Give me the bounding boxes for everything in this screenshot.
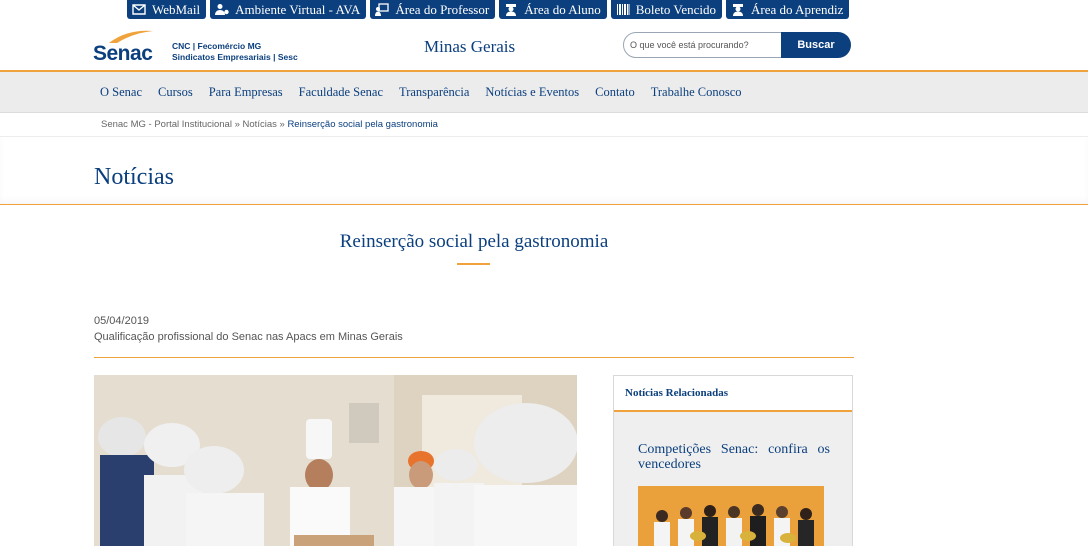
aprendiz-label: Área do Aprendiz [751, 1, 844, 17]
article-date: 05/04/2019 [94, 315, 150, 327]
nav-item-faculdade[interactable]: Faculdade Senac [299, 85, 383, 100]
breadcrumb-separator: » [234, 119, 240, 130]
senac-logo[interactable]: Senac [93, 27, 155, 65]
page-title: Notícias [94, 164, 174, 190]
related-news-panel: Notícias Relacionadas Competições Senac:… [613, 375, 853, 546]
student-icon [503, 3, 519, 17]
top-utility-bar: WebMail Ambiente Virtual - AVA Área do P… [127, 0, 850, 19]
aluno-link[interactable]: Área do Aluno [499, 0, 607, 19]
winners-group-photo [638, 486, 824, 546]
related-news-heading: Notícias Relacionadas [614, 376, 852, 412]
meta-divider [94, 357, 854, 358]
breadcrumb-section[interactable]: Notícias [243, 119, 277, 130]
related-news-link[interactable]: Competições Senac: confira os vencedores [638, 442, 830, 472]
ava-label: Ambiente Virtual - AVA [235, 1, 361, 17]
tagline-line-1: CNC | Fecomércio MG [172, 41, 262, 51]
boleto-link[interactable]: Boleto Vencido [610, 0, 723, 19]
article-subtitle: Qualificação profissional do Senac nas A… [94, 331, 403, 343]
nav-item-noticias-eventos[interactable]: Notícias e Eventos [485, 85, 579, 100]
nav-item-transparencia[interactable]: Transparência [399, 85, 469, 100]
main-nav: O Senac Cursos Para Empresas Faculdade S… [0, 72, 1088, 113]
kitchen-class-photo [94, 375, 577, 546]
envelope-icon [131, 3, 147, 17]
ava-link[interactable]: Ambiente Virtual - AVA [210, 0, 367, 19]
article-photo [94, 375, 577, 546]
apprentice-icon [730, 3, 746, 17]
section-header: Notícias [0, 138, 1088, 205]
breadcrumb-current: Reinserção social pela gastronomia [287, 119, 438, 130]
teacher-board-icon [374, 3, 390, 17]
barcode-icon [615, 3, 631, 17]
region-title: Minas Gerais [424, 37, 516, 56]
search-input[interactable] [623, 32, 791, 58]
tagline-line-2: Sindicatos Empresariais | Sesc [172, 52, 298, 62]
search-form: Buscar [623, 32, 851, 58]
nav-item-trabalhe-conosco[interactable]: Trabalhe Conosco [651, 85, 742, 100]
aprendiz-link[interactable]: Área do Aprendiz [726, 0, 850, 19]
related-news-thumbnail[interactable] [638, 486, 824, 546]
search-button[interactable]: Buscar [781, 32, 851, 58]
logo-wordmark: Senac [93, 42, 153, 65]
professor-label: Área do Professor [395, 1, 490, 17]
webmail-link[interactable]: WebMail [127, 0, 207, 19]
professor-link[interactable]: Área do Professor [370, 0, 496, 19]
article-title: Reinserção social pela gastronomia [339, 231, 609, 252]
breadcrumb-home[interactable]: Senac MG - Portal Institucional [101, 119, 232, 130]
logo-tagline: CNC | Fecomércio MG Sindicatos Empresari… [172, 41, 298, 63]
nav-item-cursos[interactable]: Cursos [158, 85, 193, 100]
users-gear-icon [214, 3, 230, 17]
breadcrumb: Senac MG - Portal Institucional » Notíci… [0, 113, 1088, 137]
title-divider [457, 263, 490, 265]
nav-item-para-empresas[interactable]: Para Empresas [209, 85, 283, 100]
breadcrumb-separator: » [279, 119, 285, 130]
nav-item-o-senac[interactable]: O Senac [100, 85, 142, 100]
aluno-label: Área do Aluno [524, 1, 601, 17]
nav-item-contato[interactable]: Contato [595, 85, 635, 100]
boleto-label: Boleto Vencido [635, 1, 717, 17]
site-header: Senac CNC | Fecomércio MG Sindicatos Emp… [0, 19, 1088, 72]
webmail-label: WebMail [152, 1, 201, 17]
